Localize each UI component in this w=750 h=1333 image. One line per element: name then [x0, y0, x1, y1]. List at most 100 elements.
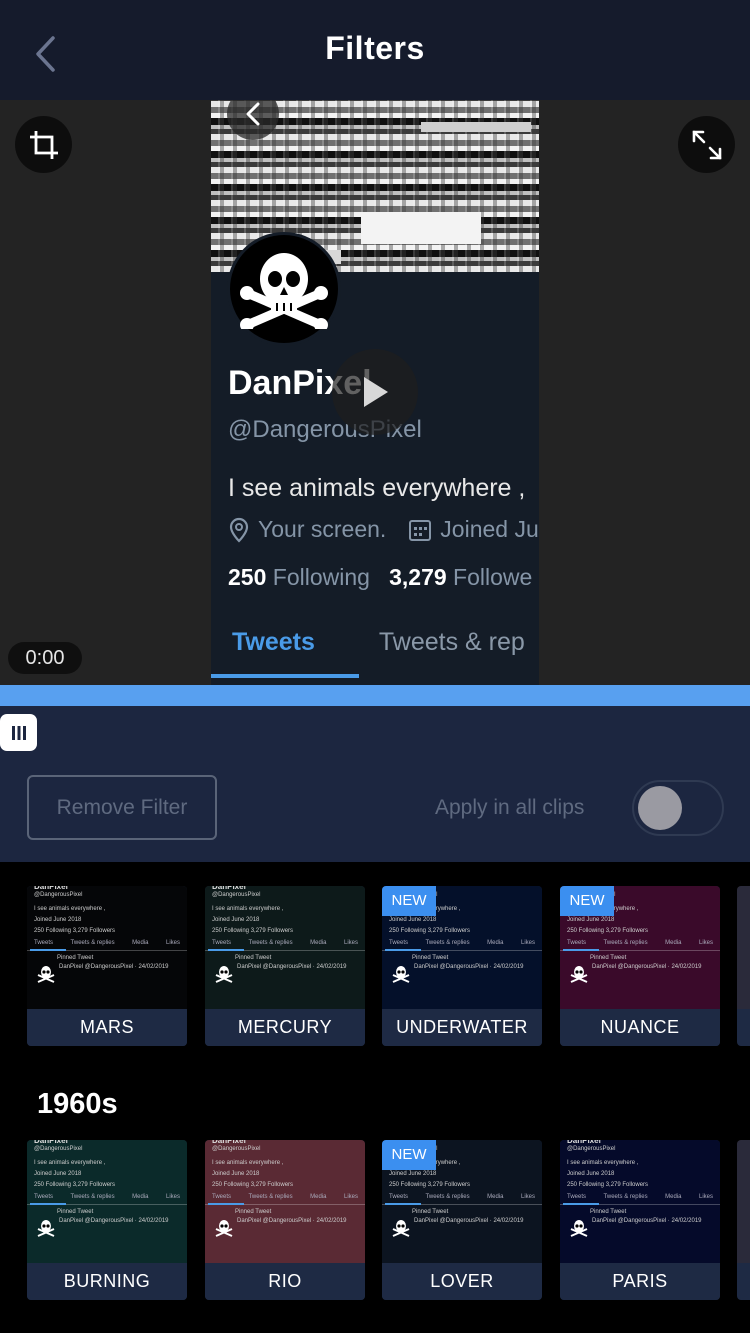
thumb-tab: Likes [343, 940, 358, 946]
thumb-tab: Tweets & replies [248, 940, 293, 946]
thumb-tab: Media [487, 1194, 504, 1200]
remove-filter-button[interactable]: Remove Filter [27, 775, 217, 840]
thumb-tab: Tweets [567, 1194, 587, 1200]
thumb-tweet-author: DanPixel @DangerousPixel · 24/02/2019 [59, 1218, 169, 1224]
thumb-pinned: Pinned Tweet [57, 1209, 94, 1215]
thumb-tab: Media [310, 940, 327, 946]
thumb-joined: Joined June 2018 [389, 917, 437, 923]
thumb-tab: Tweets [34, 1194, 54, 1200]
thumb-joined: Joined June 2018 [212, 917, 260, 923]
thumb-tab-indicator [385, 1203, 421, 1205]
thumb-tab-indicator [385, 949, 421, 951]
thumb-handle: @DangerousPixel [212, 1146, 261, 1152]
thumb-name: DanPixel [212, 886, 246, 891]
filter-card-nuance[interactable]: DanPixel@DangerousPixelI see animals eve… [560, 886, 720, 1046]
expand-icon [692, 130, 721, 159]
thumb-tab: Likes [698, 1194, 713, 1200]
thumb-bio: I see animals everywhere , [567, 1160, 639, 1166]
new-badge: NEW [382, 1140, 436, 1170]
avatar [227, 232, 341, 346]
filter-card-paris[interactable]: DanPixel @DangerousPixel I see animals eve… [560, 1140, 720, 1300]
tab-underline [211, 674, 359, 678]
thumb-tab: Media [665, 940, 682, 946]
profile-bio: I see animals everywhere , [228, 474, 526, 502]
thumb-tab: Tweets [389, 1194, 409, 1200]
thumb-bio: I see animals everywhere , [34, 1160, 106, 1166]
filter-thumbnail: DanPixel@DangerousPixel I see animals eve… [205, 886, 365, 1009]
thumb-name: DanPixel [212, 1140, 246, 1145]
time-indicator: 0:00 [8, 642, 82, 674]
skull-icon [240, 253, 328, 329]
thumb-bio: I see animals everywhere , [34, 906, 106, 912]
skull-icon [37, 966, 55, 983]
follow-stats: 250 Following 3,279 Followe [228, 564, 532, 591]
followers-label: Followe [453, 564, 533, 590]
filter-card-partial[interactable] [737, 886, 750, 1046]
thumb-tab: Tweets & replies [425, 1194, 470, 1200]
thumb-handle: @DangerousPixel [34, 1146, 83, 1152]
filter-card-mars[interactable]: DanPixel @DangerousPixel I see animals eve… [27, 886, 187, 1046]
skull-icon [570, 1220, 588, 1237]
thumb-pinned: Pinned Tweet [412, 955, 449, 961]
thumb-tweet-author: DanPixel @DangerousPixel · 24/02/2019 [59, 964, 169, 970]
following-count: 250 [228, 564, 267, 590]
thumb-tab: Likes [698, 940, 713, 946]
thumb-tab-indicator [30, 949, 66, 951]
filter-card-mercury[interactable]: DanPixel @DangerousPixel I see animals eve… [205, 886, 365, 1046]
thumb-name: DanPixel [567, 1140, 601, 1145]
thumb-pinned: Pinned Tweet [235, 955, 272, 961]
skull-icon [215, 966, 233, 983]
clip-handle[interactable] [0, 714, 37, 751]
thumb-tab: Likes [520, 1194, 535, 1200]
thumb-name: DanPixel [34, 886, 68, 891]
page-title: Filters [325, 30, 425, 66]
thumb-stats: 250 Following 3,279 Followers [212, 928, 294, 934]
filter-label: RIO [205, 1263, 365, 1300]
thumb-tabs: Tweets Tweets & replies Media Likes [567, 940, 713, 946]
thumb-tab: Tweets [212, 940, 232, 946]
skull-icon [215, 1220, 233, 1237]
filter-label: UNDERWATER [382, 1009, 542, 1046]
header-bar: Filters [0, 0, 750, 100]
profile-joined: Joined Ju [440, 516, 539, 542]
calendar-icon [409, 519, 432, 541]
filter-label: PARIS [560, 1263, 720, 1300]
section-title: 1960s [37, 1088, 118, 1120]
crop-icon [29, 130, 58, 159]
apply-all-toggle[interactable] [632, 780, 724, 836]
filter-label: MERCURY [205, 1009, 365, 1046]
thumb-tweet-author: DanPixel @DangerousPixel · 24/02/2019 [237, 1218, 347, 1224]
filter-list[interactable]: ​ DanPixel@DangerousPixelI see animals e… [0, 862, 750, 1333]
thumb-tweet-author: DanPixel @DangerousPixel · 24/02/2019 [592, 964, 702, 970]
fullscreen-button[interactable] [678, 116, 735, 173]
crop-button[interactable] [15, 116, 72, 173]
filter-card-partial[interactable] [737, 1140, 750, 1300]
skull-icon [570, 966, 588, 983]
filter-card-burning[interactable]: DanPixel @DangerousPixel I see animals eve… [27, 1140, 187, 1300]
filter-card-underwater[interactable]: DanPixel@DangerousPixelI see animals eve… [382, 886, 542, 1046]
filter-label: BURNING [27, 1263, 187, 1300]
thumb-tab: Tweets & replies [70, 1194, 115, 1200]
thumb-tab: Likes [165, 1194, 180, 1200]
new-badge: NEW [560, 886, 614, 916]
new-badge: NEW [382, 886, 436, 916]
thumb-handle: @DangerousPixel [212, 892, 261, 898]
thumb-tab: Media [132, 1194, 149, 1200]
thumb-tab-indicator [208, 1203, 244, 1205]
filter-card-rio[interactable]: DanPixel @DangerousPixel I see animals eve… [205, 1140, 365, 1300]
filter-thumbnail: DanPixel@DangerousPixel I see animals eve… [27, 1140, 187, 1263]
thumb-tabs: Tweets Tweets & replies Media Likes [389, 940, 535, 946]
play-icon [364, 377, 388, 407]
play-button[interactable] [332, 349, 418, 435]
thumb-joined: Joined June 2018 [389, 1171, 437, 1177]
thumb-tab: Media [487, 940, 504, 946]
thumb-tab: Tweets & replies [603, 940, 648, 946]
thumb-joined: Joined June 2018 [34, 1171, 82, 1177]
filter-thumbnail: DanPixel@DangerousPixel I see animals eve… [205, 1140, 365, 1263]
filter-card-lover[interactable]: DanPixel@DangerousPixelI see animals eve… [382, 1140, 542, 1300]
video-preview[interactable]: DanPixel @DangerousPixel I see animals e… [0, 100, 750, 685]
thumb-tab-indicator [563, 949, 599, 951]
clip-track[interactable] [0, 685, 750, 706]
thumb-stats: 250 Following 3,279 Followers [389, 928, 471, 934]
thumb-tab-indicator [563, 1203, 599, 1205]
